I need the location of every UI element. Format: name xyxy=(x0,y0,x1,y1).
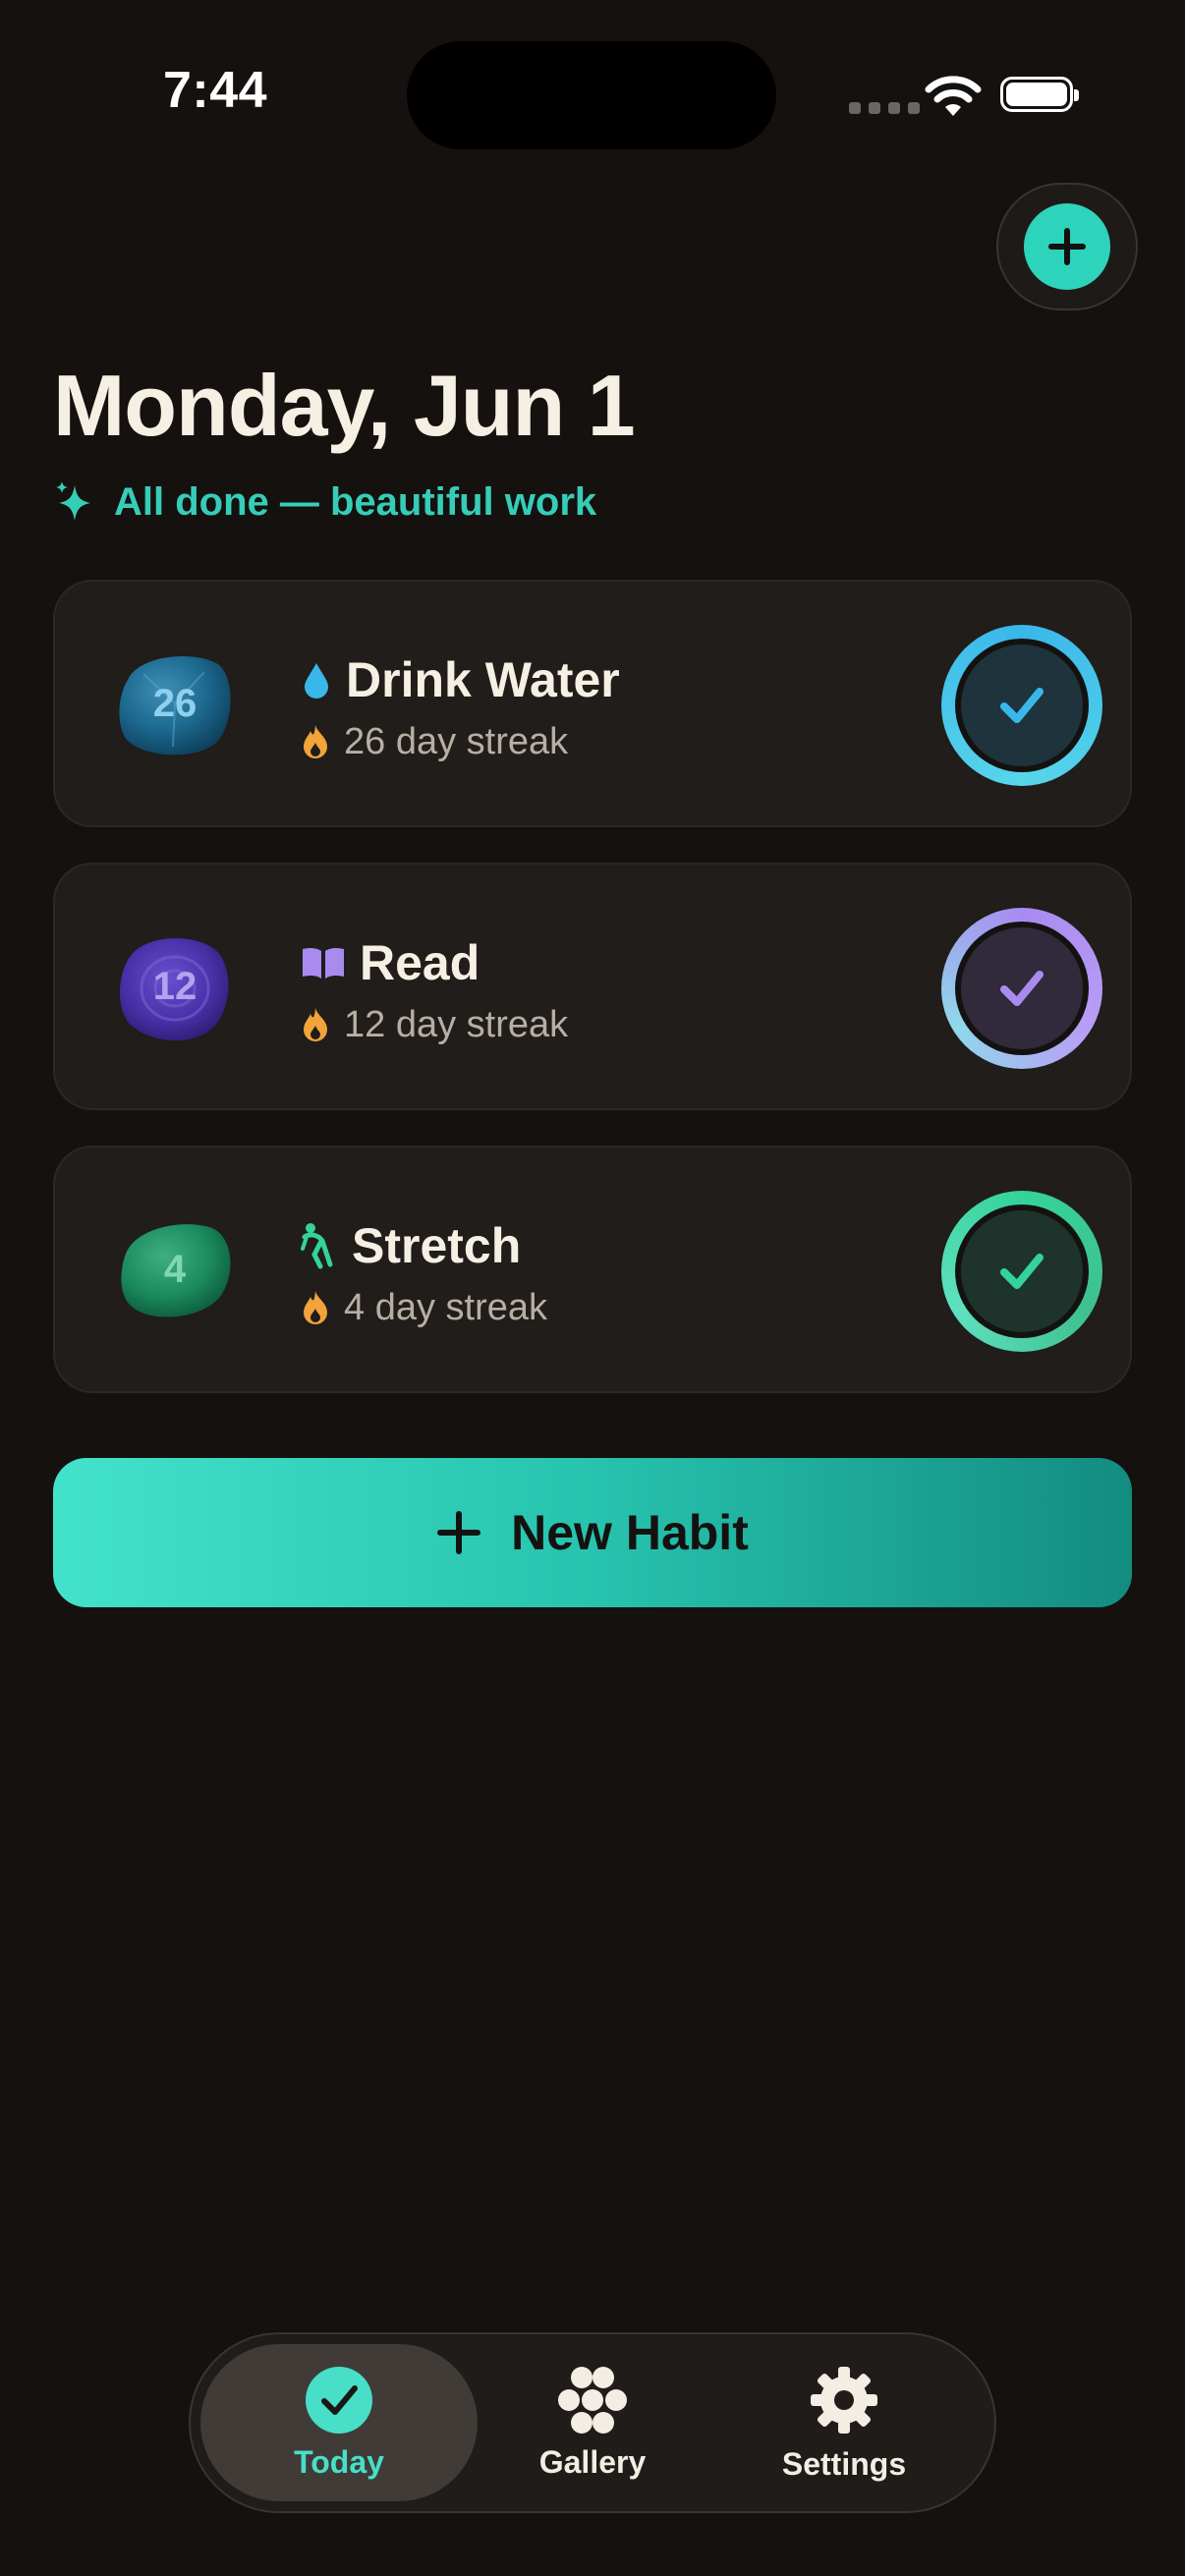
water-drop-icon xyxy=(305,663,328,699)
stone-number: 12 xyxy=(152,964,198,1008)
streak-stone: 12 xyxy=(114,927,236,1045)
cellular-signal-icon xyxy=(849,102,920,114)
flame-icon xyxy=(304,1008,327,1041)
stone-number: 26 xyxy=(152,681,198,725)
checkmark-icon xyxy=(1000,1254,1044,1289)
streak-label: 4 day streak xyxy=(344,1286,547,1328)
habit-name: Stretch xyxy=(352,1218,522,1273)
flower-dots-icon xyxy=(558,2366,627,2434)
add-habit-button[interactable] xyxy=(996,183,1138,310)
plus-icon xyxy=(437,1511,481,1554)
streak-label: 26 day streak xyxy=(344,720,569,762)
page-title: Monday, Jun 1 xyxy=(53,357,636,454)
habit-card-read[interactable]: 12 Read 12 day streak xyxy=(53,863,1132,1110)
tab-label: Today xyxy=(294,2443,384,2480)
flame-icon xyxy=(304,1291,327,1324)
check-circle-icon xyxy=(306,2366,372,2434)
new-habit-button[interactable]: New Habit xyxy=(53,1458,1132,1607)
new-habit-label: New Habit xyxy=(511,1505,749,1560)
stretching-figure-icon xyxy=(301,1223,333,1269)
tab-today[interactable]: Today xyxy=(200,2344,478,2501)
gear-icon xyxy=(811,2366,877,2434)
tab-bar: Today Gallery Settings xyxy=(189,2332,996,2513)
checkmark-icon xyxy=(1000,971,1044,1006)
tab-label: Settings xyxy=(781,2445,907,2482)
habit-name: Drink Water xyxy=(346,652,620,707)
habit-card-drink-water[interactable]: 26 Drink Water 26 day streak xyxy=(53,580,1132,827)
open-book-icon xyxy=(303,947,344,979)
status-subtitle: All done — beautiful work xyxy=(53,479,596,525)
sparkle-icon xyxy=(56,481,90,521)
completion-toggle[interactable] xyxy=(941,908,1102,1069)
dynamic-island xyxy=(407,41,776,149)
habit-name: Read xyxy=(360,935,480,990)
subtitle-text: All done — beautiful work xyxy=(114,479,597,524)
completion-toggle[interactable] xyxy=(941,625,1102,786)
battery-icon xyxy=(1000,77,1079,112)
checkmark-icon xyxy=(1000,688,1044,723)
wifi-icon xyxy=(925,76,982,116)
stone-number: 4 xyxy=(163,1247,187,1291)
streak-stone: 26 xyxy=(114,644,236,762)
status-time: 7:44 xyxy=(163,62,268,119)
streak-stone: 4 xyxy=(114,1210,236,1328)
plus-icon xyxy=(1048,228,1086,265)
flame-icon xyxy=(304,725,327,758)
tab-settings[interactable]: Settings xyxy=(705,2344,983,2501)
tab-label: Gallery xyxy=(538,2443,647,2480)
tab-gallery[interactable]: Gallery xyxy=(454,2344,731,2501)
completion-toggle[interactable] xyxy=(941,1191,1102,1352)
habit-card-stretch[interactable]: 4 Stretch 4 day streak xyxy=(53,1146,1132,1393)
streak-label: 12 day streak xyxy=(344,1003,569,1045)
